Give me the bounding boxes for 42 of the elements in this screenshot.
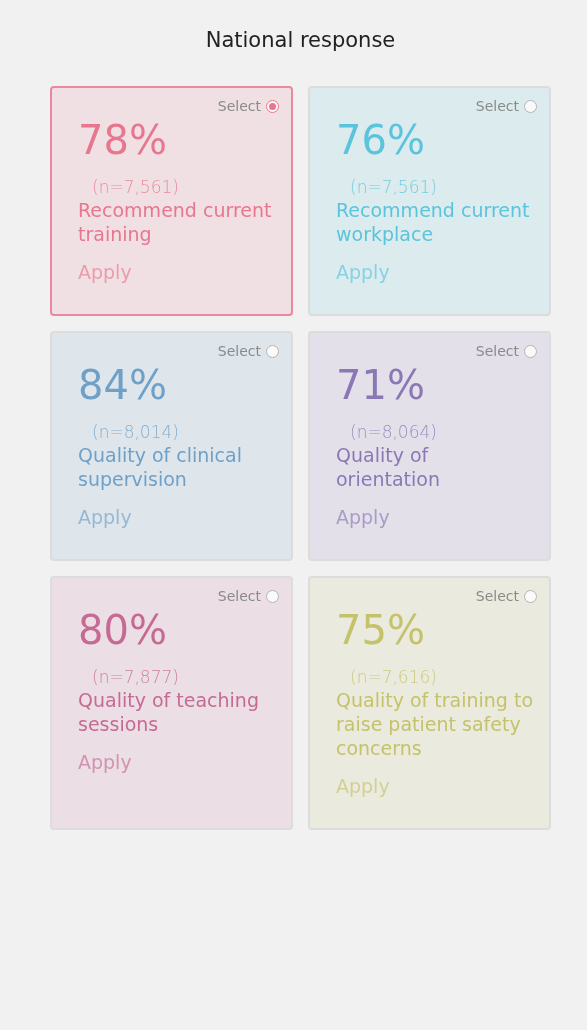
percentage: 76% bbox=[336, 116, 426, 164]
radio-button[interactable] bbox=[524, 589, 537, 603]
apply-link[interactable]: Apply bbox=[78, 505, 132, 529]
metric-card[interactable]: Select 75% (n=7,616) Quality of training to raise patient safety concerns Apply bbox=[308, 576, 551, 830]
radio-button[interactable] bbox=[266, 344, 279, 358]
sample-size: (n=7,561) bbox=[350, 176, 438, 198]
panel-title: National response bbox=[204, 28, 397, 52]
percentage: 71% bbox=[336, 361, 426, 409]
apply-link[interactable]: Apply bbox=[78, 750, 132, 774]
metric-label: Quality of training to raise patient safety concerns bbox=[336, 688, 534, 760]
apply-link[interactable]: Apply bbox=[336, 505, 390, 529]
metric-label: Quality of orientation bbox=[336, 443, 441, 491]
metric-label: Recommend current training bbox=[78, 198, 273, 246]
metric-label: Quality of teaching sessions bbox=[78, 688, 260, 736]
sample-size: (n=7,561) bbox=[92, 176, 180, 198]
sample-size: (n=7,877) bbox=[92, 666, 180, 688]
select-option[interactable]: Select bbox=[217, 343, 279, 359]
select-option[interactable]: Select bbox=[217, 588, 279, 604]
select-option[interactable]: Select bbox=[475, 343, 537, 359]
metric-card[interactable]: Select 80% (n=7,877) Quality of teaching sessions Apply bbox=[50, 576, 293, 830]
apply-link[interactable]: Apply bbox=[336, 260, 390, 284]
metric-card[interactable]: Select 71% (n=8,064) Quality of orientation Apply bbox=[308, 331, 551, 561]
sample-size: (n=8,064) bbox=[350, 421, 438, 443]
metric-label: Quality of clinical supervision bbox=[78, 443, 243, 491]
percentage: 78% bbox=[78, 116, 168, 164]
metric-card[interactable]: Select 84% (n=8,014) Quality of clinical supervision Apply bbox=[50, 331, 293, 561]
radio-button[interactable] bbox=[266, 589, 279, 603]
metric-card[interactable]: Select 78% (n=7,561) Recommend current training Apply bbox=[50, 86, 293, 316]
select-option[interactable]: Select bbox=[217, 98, 279, 114]
select-option[interactable]: Select bbox=[475, 588, 537, 604]
metric-card[interactable]: Select 76% (n=7,561) Recommend current workplace Apply bbox=[308, 86, 551, 316]
radio-button[interactable] bbox=[266, 99, 279, 113]
sample-size: (n=8,014) bbox=[92, 421, 180, 443]
radio-button[interactable] bbox=[524, 99, 537, 113]
sample-size: (n=7,616) bbox=[350, 666, 438, 688]
select-option[interactable]: Select bbox=[475, 98, 537, 114]
metric-label: Recommend current workplace bbox=[336, 198, 531, 246]
percentage: 84% bbox=[78, 361, 168, 409]
percentage: 75% bbox=[336, 606, 426, 654]
apply-link[interactable]: Apply bbox=[78, 260, 132, 284]
percentage: 80% bbox=[78, 606, 168, 654]
radio-button[interactable] bbox=[524, 344, 537, 358]
